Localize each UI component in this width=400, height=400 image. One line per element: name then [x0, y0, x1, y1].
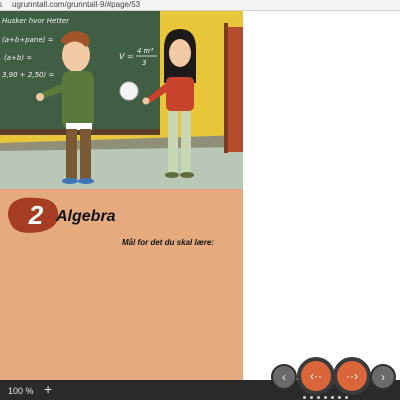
- chapter-number: 2: [28, 200, 44, 230]
- arrow-right-icon: ··›: [346, 369, 358, 383]
- page-dot[interactable]: [317, 396, 320, 399]
- chevron-left-icon: ‹: [282, 370, 286, 384]
- page-dot[interactable]: [303, 396, 306, 399]
- page-dot[interactable]: [324, 396, 327, 399]
- chalk-formula-denominator: 3: [142, 59, 146, 67]
- learning-goals-heading: Mål for det du skal lære:: [122, 238, 215, 247]
- globe-ball: [119, 81, 139, 101]
- next-page-button[interactable]: ··›: [333, 357, 371, 395]
- chapter-title: Algebra: [56, 208, 116, 225]
- zoom-in-button[interactable]: +: [44, 382, 52, 396]
- page-dot[interactable]: [338, 396, 341, 399]
- url-text[interactable]: ugrunntall.com/grunntall-9/#page/53: [12, 0, 140, 9]
- previous-small-button[interactable]: ‹: [271, 364, 297, 390]
- chalk-formula-numerator: 4 πr³: [137, 47, 154, 55]
- chalk-line-1: Husker hvor Hetter: [2, 17, 70, 25]
- chalk-formula-v: V =: [119, 52, 134, 61]
- page-dot[interactable]: [345, 396, 348, 399]
- chalk-line-2: (a+b+pane) =: [2, 36, 54, 44]
- zoom-level: 100 %: [8, 386, 34, 396]
- chalk-line-3: (a+b) =: [4, 54, 32, 62]
- page-dot[interactable]: [331, 396, 334, 399]
- chevron-right-icon: ›: [381, 370, 385, 384]
- chapter-illustration: Husker hvor Hetter (a+b+pane) = (a+b) = …: [0, 11, 243, 189]
- page-indicator: [303, 396, 348, 399]
- page-dot[interactable]: [310, 396, 313, 399]
- next-small-button[interactable]: ›: [370, 364, 396, 390]
- chalk-line-4: 3,90 + 2,50) =: [2, 71, 54, 79]
- url-prefix-fragment: s: [0, 0, 2, 9]
- previous-page-button[interactable]: ‹··: [297, 357, 335, 395]
- arrow-left-icon: ‹··: [310, 369, 322, 383]
- browser-address-bar[interactable]: s ugrunntall.com/grunntall-9/#page/53: [0, 0, 400, 11]
